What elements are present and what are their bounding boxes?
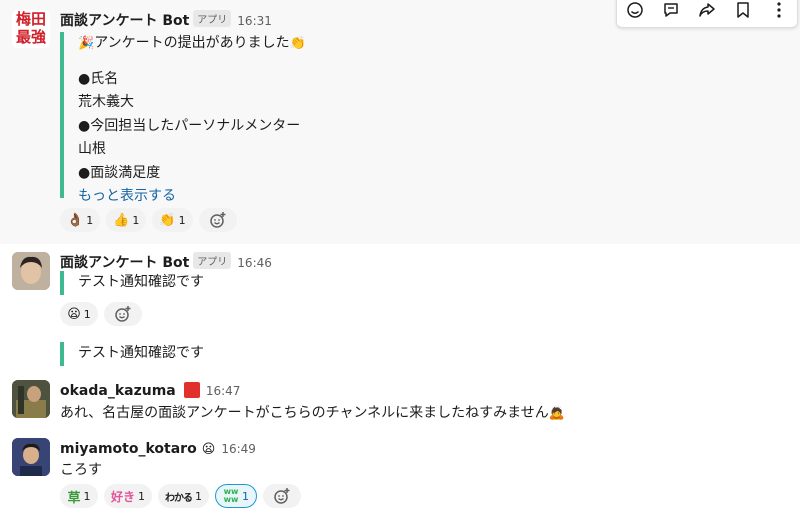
message-1[interactable]: 梅田最強 面談アンケート Bot アプリ 16:31 🎉アンケートの提出がありました…: [0, 0, 800, 244]
reaction-clapping[interactable]: 👏 1: [152, 208, 193, 232]
reaction-www[interactable]: ww ww 1: [215, 484, 258, 508]
message-attachment: テスト通知確認です: [60, 271, 204, 295]
timestamp[interactable]: 16:46: [237, 256, 272, 270]
timestamp[interactable]: 16:49: [221, 442, 256, 456]
more-actions-icon[interactable]: [768, 0, 790, 21]
author-name[interactable]: okada_kazuma: [60, 383, 176, 399]
add-reaction-icon: [209, 212, 226, 228]
message-body: あれ、名古屋の面談アンケートがこちらのチャンネルに来ましたねすみません🙇: [60, 402, 565, 422]
user-avatar[interactable]: [12, 252, 50, 290]
app-badge: アプリ: [193, 10, 232, 27]
profile-photo-icon: [12, 252, 50, 290]
message-2[interactable]: 面談アンケート Bot アプリ 16:46 テスト通知確認です 😦 1 テスト通知確認…: [0, 244, 800, 368]
field-mentor-label: ●今回担当したパーソナルメンター: [78, 117, 301, 134]
reaction-face[interactable]: 😦 1: [60, 302, 98, 326]
kusa-icon: 草: [67, 490, 81, 506]
face-icon: 😦: [67, 306, 81, 322]
message-text: ころす: [60, 462, 102, 478]
reaction-kusa[interactable]: 草1: [60, 484, 98, 508]
reaction-suki[interactable]: 好き 1: [104, 484, 153, 508]
clapping-icon: 👏: [289, 36, 306, 51]
field-satisfaction-label: ●面談満足度: [78, 164, 161, 181]
wakaru-icon: わかる: [165, 492, 193, 504]
message-3[interactable]: okada_kazuma 16:47 あれ、名古屋の面談アンケートがこちらのチャ…: [0, 372, 800, 428]
add-reaction-button[interactable]: [263, 484, 302, 508]
add-reaction-button[interactable]: [104, 302, 142, 326]
field-name-value: 荒木義大: [78, 94, 134, 110]
message-header: 面談アンケート Bot アプリ 16:31: [60, 10, 272, 30]
bookmark-icon[interactable]: [732, 0, 754, 21]
author-name[interactable]: miyamoto_kotaro: [60, 441, 197, 457]
attachment-text: テスト通知確認です: [78, 345, 204, 361]
reaction-count: 1: [195, 489, 203, 503]
share-forward-icon[interactable]: [696, 0, 718, 21]
ok-hand-icon: 👌🏾: [67, 212, 84, 228]
bowing-icon: 🙇: [548, 406, 565, 421]
reaction-bar: 草1 好き 1 わかる 1 ww ww 1: [60, 484, 302, 508]
survey-attachment: 🎉アンケートの提出がありました👏 ●氏名 荒木義大 ●今回担当したパーソナルメン…: [60, 32, 306, 204]
party-popper-icon: 🎉: [78, 36, 95, 51]
author-name[interactable]: 面談アンケート Bot: [60, 255, 189, 271]
message-4[interactable]: miyamoto_kotaro 😦 16:49 ころす 草1 好き 1 わかる 1 w…: [0, 432, 800, 520]
field-mentor-value: 山根: [78, 141, 106, 157]
reaction-count: 1: [178, 213, 186, 227]
reaction-count: 1: [83, 489, 91, 503]
app-badge: アプリ: [193, 252, 232, 269]
reaction-thumbs-up[interactable]: 👍 1: [106, 208, 147, 232]
bot-avatar[interactable]: 梅田最強: [12, 10, 50, 48]
message-body: ころす: [60, 459, 102, 479]
custom-status-icon: [183, 382, 200, 398]
field-name-label: ●氏名: [78, 70, 119, 87]
clapping-icon: 👏: [159, 212, 176, 228]
attachment-text: テスト通知確認です: [78, 274, 204, 290]
reaction-bar: 👌🏾 1 👍 1 👏 1: [60, 208, 237, 232]
message-text: あれ、名古屋の面談アンケートがこちらのチャンネルに来ましたねすみません: [60, 405, 549, 421]
message-header: okada_kazuma 16:47: [60, 380, 240, 399]
reaction-count: 1: [86, 213, 94, 227]
avatar-stamp: 梅田最強: [15, 10, 46, 46]
add-reaction-icon: [274, 488, 290, 504]
intro-text: アンケートの提出がありました: [94, 35, 290, 51]
timestamp[interactable]: 16:31: [237, 14, 272, 28]
reaction-count: 1: [242, 489, 250, 503]
message-actions-toolbar: [616, 0, 798, 28]
message-header: 面談アンケート Bot アプリ 16:46: [60, 252, 272, 272]
reaction-count: 1: [138, 489, 146, 503]
message-header: miyamoto_kotaro 😦 16:49: [60, 438, 256, 457]
face-icon: 😦: [201, 442, 216, 457]
timestamp[interactable]: 16:47: [206, 384, 241, 398]
show-more-link[interactable]: もっと表示する: [78, 185, 306, 209]
www-icon: ww ww: [223, 487, 239, 504]
reaction-ok-hand[interactable]: 👌🏾 1: [60, 208, 101, 232]
reply-thread-icon[interactable]: [660, 0, 682, 21]
intro-line: 🎉アンケートの提出がありました👏: [78, 32, 306, 56]
add-reaction-button[interactable]: [198, 208, 237, 232]
reaction-wakaru[interactable]: わかる 1: [158, 484, 210, 508]
author-name[interactable]: 面談アンケート Bot: [60, 13, 189, 29]
user-avatar[interactable]: [12, 380, 50, 418]
followup-attachment: テスト通知確認です: [60, 342, 204, 366]
thumbs-up-icon: 👍: [113, 212, 130, 228]
suki-icon: 好き: [111, 489, 136, 504]
user-avatar[interactable]: [12, 438, 50, 476]
reaction-bar: 😦 1: [60, 302, 142, 326]
reaction-count: 1: [132, 213, 140, 227]
reaction-count: 1: [83, 307, 91, 321]
add-reaction-icon[interactable]: [624, 0, 646, 21]
profile-photo-icon: [12, 380, 50, 418]
profile-photo-icon: [12, 438, 50, 476]
add-reaction-icon: [115, 306, 131, 322]
